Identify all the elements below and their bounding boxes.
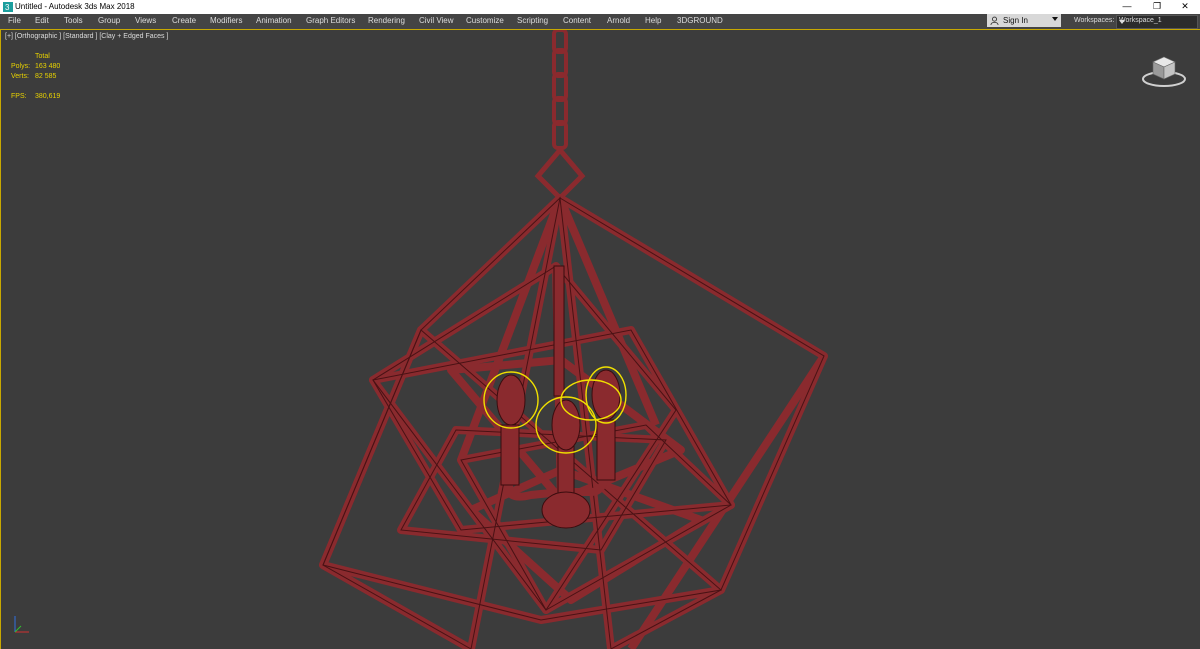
- stats-verts-label: Verts:: [11, 73, 29, 80]
- chandelier-model[interactable]: [1, 30, 1200, 649]
- restore-button[interactable]: ❐: [1142, 0, 1172, 14]
- stats-polys-value: 163 480: [35, 63, 61, 70]
- menu-create[interactable]: Create: [172, 16, 196, 25]
- close-button[interactable]: ✕: [1170, 0, 1200, 14]
- menu-graph-editors[interactable]: Graph Editors: [306, 16, 355, 25]
- chevron-down-icon: [1052, 17, 1058, 21]
- menu-scripting[interactable]: Scripting: [517, 16, 548, 25]
- workspace-select[interactable]: Workspace_1: [1116, 15, 1198, 29]
- menu-group[interactable]: Group: [98, 16, 120, 25]
- axis-tripod-icon: [14, 616, 29, 633]
- user-icon: [990, 16, 999, 25]
- menu-tools[interactable]: Tools: [64, 16, 83, 25]
- menu-help[interactable]: Help: [645, 16, 661, 25]
- 3dsmax-app-icon: 3: [3, 2, 13, 12]
- viewport[interactable]: [+] [Orthographic ] [Standard ] [Clay + …: [0, 30, 1200, 649]
- minimize-button[interactable]: —: [1112, 0, 1142, 14]
- viewcube-icon[interactable]: [1141, 53, 1187, 89]
- menu-civil-view[interactable]: Civil View: [419, 16, 454, 25]
- menu-animation[interactable]: Animation: [256, 16, 292, 25]
- menu-file[interactable]: File: [8, 16, 21, 25]
- viewport-label[interactable]: [+] [Orthographic ] [Standard ] [Clay + …: [5, 33, 168, 40]
- title-bar: 3 Untitled - Autodesk 3ds Max 2018 — ❐ ✕: [0, 0, 1200, 14]
- menu-modifiers[interactable]: Modifiers: [210, 16, 242, 25]
- chevron-down-icon: [1119, 20, 1125, 24]
- sign-in-dropdown[interactable]: Sign In: [987, 14, 1061, 27]
- sign-in-label: Sign In: [1003, 16, 1028, 25]
- stem: [553, 265, 565, 397]
- workspace-value: Workspace_1: [1119, 17, 1162, 24]
- menu-arnold[interactable]: Arnold: [607, 16, 630, 25]
- menu-3dground[interactable]: 3DGROUND: [677, 16, 723, 25]
- window-title: Untitled - Autodesk 3ds Max 2018: [15, 2, 135, 11]
- workspaces-label: Workspaces:: [1074, 17, 1115, 24]
- menu-customize[interactable]: Customize: [466, 16, 504, 25]
- svg-text:3: 3: [5, 3, 10, 12]
- menu-views[interactable]: Views: [135, 16, 156, 25]
- menu-edit[interactable]: Edit: [35, 16, 49, 25]
- stats-polys-label: Polys:: [11, 63, 31, 70]
- stats-fps-value: 380,619: [35, 93, 61, 100]
- menu-rendering[interactable]: Rendering: [368, 16, 405, 25]
- stats-fps-label: FPS:: [11, 93, 27, 100]
- stats-verts-value: 82 585: [35, 73, 57, 80]
- menu-content[interactable]: Content: [563, 16, 591, 25]
- stats-total-label: Total: [35, 53, 50, 60]
